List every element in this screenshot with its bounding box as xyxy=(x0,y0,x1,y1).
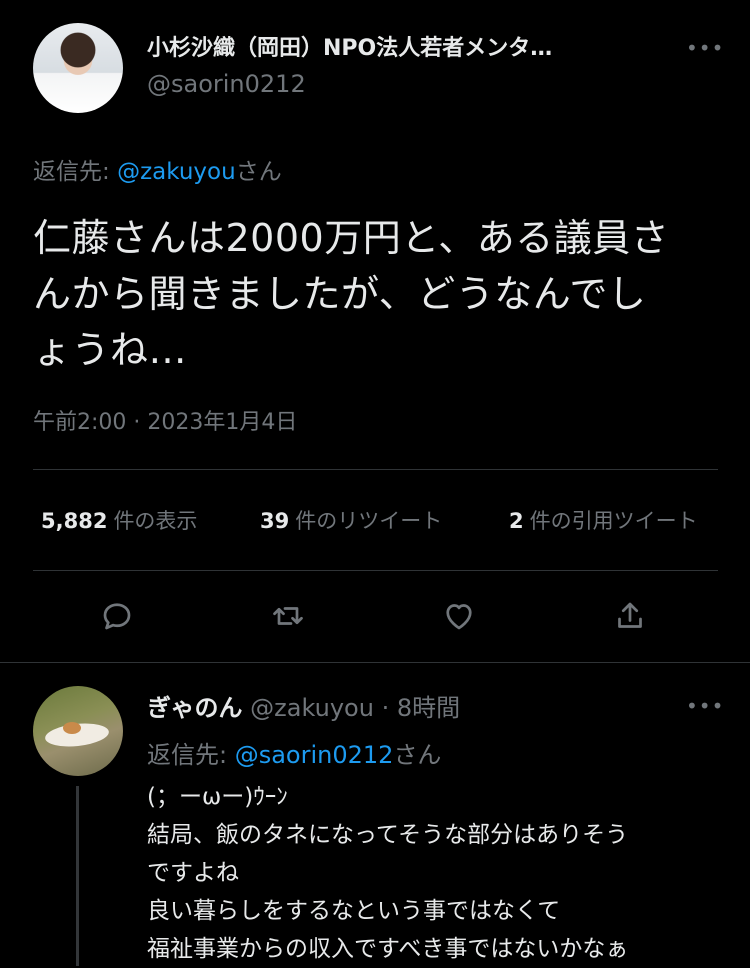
like-icon xyxy=(446,604,472,630)
share-button[interactable] xyxy=(612,598,652,638)
share-icon xyxy=(618,602,642,628)
reply-text-line: (；ーωー)ｳｰﾝ xyxy=(147,784,288,810)
tweet-text-line: ょうね… xyxy=(33,328,188,372)
tweet-text-line: んから聞きましたが、どうなんでし xyxy=(33,272,647,316)
like-button[interactable] xyxy=(441,598,481,638)
reply-text-line: 福祉事業からの収入ですべき事ではないかなぁ xyxy=(147,936,629,962)
retweets-label: 件のリツイート xyxy=(295,509,443,533)
reply-button[interactable] xyxy=(99,598,139,638)
reply-text-line: 良い暮らしをするなという事ではなくて xyxy=(147,898,561,924)
views-count: 5,882 xyxy=(41,509,108,533)
reply-reply-to-prefix: 返信先: xyxy=(147,741,235,769)
reply-reply-to-suffix: さん xyxy=(393,741,442,769)
reply-reply-to-line: 返信先: @saorin0212さん xyxy=(147,735,441,770)
author-name[interactable]: 小杉沙織（岡田）NPO法人若者メンタ… xyxy=(147,30,637,62)
tweet-timestamp[interactable]: 午前2:00 · 2023年1月4日 xyxy=(33,404,297,436)
reply-to-prefix: 返信先: xyxy=(33,159,118,185)
reply-handle-time[interactable]: @zakuyou · 8時間 xyxy=(250,694,460,722)
reply-text: (；ーωー)ｳｰﾝ 結局、飯のタネになってそうな部分はありそう ですよね 良い暮… xyxy=(147,778,737,968)
more-options-icon[interactable]: ••• xyxy=(686,36,724,60)
reply-icon xyxy=(103,603,131,630)
views-stat[interactable]: 5,882 件の表示 xyxy=(41,505,197,535)
reply-author-name[interactable]: ぎゃのん xyxy=(147,694,243,722)
reply-to-suffix: さん xyxy=(235,159,282,185)
retweet-icon xyxy=(273,607,303,625)
reply-more-options-icon[interactable]: ••• xyxy=(686,694,724,718)
views-label: 件の表示 xyxy=(113,509,198,533)
reply-author-avatar[interactable] xyxy=(33,686,123,776)
quotes-count: 2 xyxy=(509,509,524,533)
reply-reply-to-handle-link[interactable]: @saorin0212 xyxy=(235,741,394,769)
reply-text-line: ですよね xyxy=(147,860,239,886)
divider xyxy=(33,469,718,470)
thread-line xyxy=(76,786,79,966)
reply-to-handle-link[interactable]: @zakuyou xyxy=(117,159,236,185)
divider xyxy=(33,570,718,571)
tweet-text-line: 仁藤さんは2000万円と、ある議員さ xyxy=(33,216,670,260)
divider xyxy=(0,662,750,663)
reply-author-header: ぎゃのん @zakuyou · 8時間 xyxy=(147,688,460,723)
retweet-button[interactable] xyxy=(270,598,310,638)
tweet-text: 仁藤さんは2000万円と、ある議員さ んから聞きましたが、どうなんでし ょうね… xyxy=(33,210,723,378)
retweets-count: 39 xyxy=(260,509,290,533)
reply-to-line: 返信先: @zakuyouさん xyxy=(33,152,282,186)
reply-text-line: 結局、飯のタネになってそうな部分はありそう xyxy=(147,822,629,848)
cat-photo-spot xyxy=(63,722,81,734)
author-handle[interactable]: @saorin0212 xyxy=(147,70,306,98)
author-avatar[interactable] xyxy=(33,23,123,113)
retweets-stat[interactable]: 39 件のリツイート xyxy=(260,505,442,535)
quotes-stat[interactable]: 2 件の引用ツイート xyxy=(509,505,698,535)
quotes-label: 件の引用ツイート xyxy=(529,509,698,533)
